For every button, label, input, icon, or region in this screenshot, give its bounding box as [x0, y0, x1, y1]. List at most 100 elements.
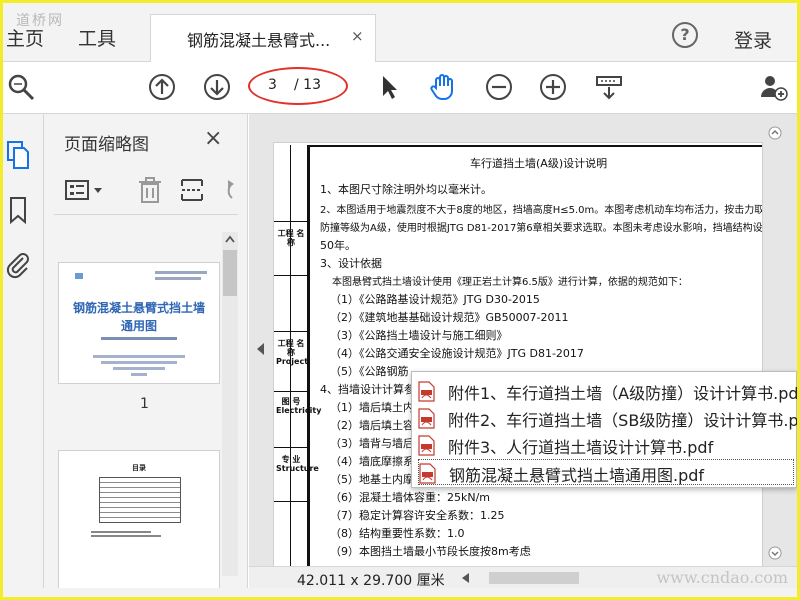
search-zoom-icon[interactable]	[6, 72, 36, 102]
page-dimensions: 42.011 x 29.700 厘米	[297, 573, 445, 589]
scroll-up-arrow-icon[interactable]	[224, 234, 236, 244]
thumbnail-subtitle: 通用图	[120, 319, 157, 333]
page-down-icon[interactable]	[202, 72, 232, 102]
document-line: 2、本图适用于地震烈度不大于8度的地区，挡墙高度H≤5.0m。本图考虑机动车均布…	[320, 205, 763, 216]
thumbnail-header-line	[155, 271, 207, 274]
strip-divider	[274, 221, 308, 222]
thumbnail-text-line	[131, 373, 147, 376]
attachment-name: 附件2、车行道挡土墙（SB级防撞）设计计算书.pdf	[448, 411, 800, 430]
document-title: 车行道挡土墙(A级)设计说明	[470, 157, 608, 170]
strip-label: 专 业 Structure	[276, 455, 319, 473]
delete-page-icon[interactable]	[136, 176, 164, 204]
attachment-name: 附件1、车行道挡土墙（A级防撞）设计计算书.pdf	[448, 384, 800, 403]
scroll-mode-icon[interactable]	[594, 72, 624, 102]
document-line: （4）墙底摩擦系	[330, 455, 414, 468]
document-line: （1）墙后填土内	[330, 401, 414, 414]
thumbnail-scroll-thumb[interactable]	[223, 250, 237, 296]
strip-divider	[274, 391, 308, 392]
login-button[interactable]: 登录	[734, 26, 772, 53]
insert-page-icon[interactable]	[178, 176, 206, 204]
page-number-field[interactable]: 3 / 13	[248, 67, 348, 105]
scroll-left-arrow-icon[interactable]	[459, 571, 473, 585]
attachment-item[interactable]: 附件1、车行道挡土墙（A级防撞）设计计算书.pdf	[418, 378, 800, 404]
thumbnail-text-line	[93, 355, 185, 358]
bookmark-icon[interactable]	[8, 196, 28, 224]
document-line: 50年。	[320, 239, 356, 252]
document-line: （9）本图挡土墙最小节段长度按8m考虑	[330, 545, 531, 558]
strip-label: 工程 名 称 Project	[276, 339, 309, 366]
hand-tool-icon[interactable]	[428, 72, 458, 102]
document-line: 本图悬臂式挡土墙设计使用《理正岩土计算6.5版》进行计算，依据的规范如下：	[332, 277, 688, 288]
thumbnail-text-line	[113, 367, 165, 370]
document-line: （2）墙后填土容	[330, 419, 414, 432]
document-line: 防撞等级为A级，使用时根据JTG D81-2017第6章相关要求选取。本图未考虑…	[320, 223, 763, 234]
document-line: （5）《公路钢筋	[330, 365, 409, 378]
document-line: 3、设计依据	[320, 257, 382, 270]
title-block-strip: 工程 名 称 工程 名 称 Project 图 号 Electricity 专 …	[274, 145, 322, 581]
document-line: （3）墙背与墙后	[330, 437, 414, 450]
add-user-icon[interactable]	[758, 72, 788, 102]
pdf-file-icon	[419, 463, 436, 484]
attachment-name: 钢筋混凝土悬臂式挡土墙通用图.pdf	[449, 466, 705, 485]
menu-home[interactable]: 主页	[6, 24, 44, 51]
thumbnail-page-2[interactable]: 目录	[58, 450, 220, 588]
document-line: （8）结构重要性系数：1.0	[330, 527, 465, 540]
thumbnail-page-number: 1	[140, 396, 149, 412]
document-line: （5）地基土内摩	[330, 473, 414, 486]
page-thumbnails-icon[interactable]	[6, 140, 32, 170]
thumbnail-toc-title: 目录	[132, 464, 146, 472]
thumbnail-toc-table	[99, 477, 181, 523]
strip-label: 工程 名 称	[277, 229, 305, 247]
thumbnail-title: 钢筋混凝土悬臂式挡土墙	[72, 301, 205, 315]
zoom-in-icon[interactable]	[538, 72, 568, 102]
thumbnail-text-line	[101, 361, 177, 364]
attachment-icon[interactable]	[5, 250, 31, 280]
attachment-item[interactable]: 附件3、人行道挡土墙设计计算书.pdf	[418, 432, 794, 458]
select-cursor-icon[interactable]	[374, 72, 404, 102]
help-icon[interactable]: ?	[672, 22, 698, 48]
document-line: （7）稳定计算容许安全系数：1.25	[330, 509, 505, 522]
strip-label: 图 号 Electricity	[276, 397, 322, 415]
document-line: （2）《建筑地基基础设计规范》GB50007-2011	[330, 311, 569, 324]
strip-divider	[274, 447, 308, 448]
attachment-item-selected[interactable]: 钢筋混凝土悬臂式挡土墙通用图.pdf	[418, 459, 794, 485]
bottom-bar	[0, 588, 800, 600]
pdf-page: 工程 名 称 工程 名 称 Project 图 号 Electricity 专 …	[273, 142, 763, 582]
thumbnail-scrollbar[interactable]	[222, 232, 238, 576]
tab-close-icon[interactable]: ×	[351, 27, 364, 45]
attachments-popup: 附件1、车行道挡土墙（A级防撞）设计计算书.pdf 附件2、车行道挡土墙（SB级…	[411, 371, 800, 488]
thumbnail-header-line	[155, 277, 201, 280]
document-line: （1）《公路路基设计规范》JTG D30-2015	[330, 293, 540, 306]
document-line: （4）《公路交通安全设施设计规范》JTG D81-2017	[330, 347, 584, 360]
attachment-name: 附件3、人行道挡土墙设计计算书.pdf	[448, 438, 714, 457]
title-bar: 道桥网 主页 工具 钢筋混凝土悬臂式... × ? 登录	[0, 0, 800, 63]
panel-close-icon[interactable]: ×	[204, 126, 222, 151]
scroll-down-circle-icon[interactable]	[768, 546, 782, 560]
scroll-up-circle-icon[interactable]	[768, 126, 782, 140]
total-pages: / 13	[294, 77, 321, 93]
panel-title: 页面缩略图	[64, 135, 149, 155]
strip-divider	[274, 331, 308, 332]
thumbnail-text-line	[91, 531, 151, 533]
rail-selection-indicator	[0, 136, 3, 178]
document-line: 1、本图尺寸除注明外均以毫米计。	[320, 183, 492, 196]
current-page-input[interactable]: 3	[268, 77, 277, 93]
rotate-page-icon[interactable]	[218, 176, 234, 204]
thumbnail-panel: 页面缩略图 × 钢筋混凝土悬臂式挡土墙 通用图 1 目录	[44, 114, 248, 588]
document-line: （6）混凝土墙体容重：25kN/m	[330, 491, 491, 504]
collapse-panel-arrow-icon[interactable]	[256, 342, 266, 356]
attachment-item[interactable]: 附件2、车行道挡土墙（SB级防撞）设计计算书.pdf	[418, 405, 800, 431]
main-toolbar	[0, 62, 800, 114]
document-tab[interactable]: 钢筋混凝土悬臂式... ×	[150, 14, 376, 63]
pdf-file-icon	[418, 435, 435, 456]
page-up-icon[interactable]	[147, 72, 177, 102]
document-view[interactable]: 工程 名 称 工程 名 称 Project 图 号 Electricity 专 …	[249, 114, 800, 588]
thumbnail-options-icon[interactable]	[64, 178, 108, 202]
menu-tools[interactable]: 工具	[78, 24, 116, 51]
thumbnail-text-line	[101, 337, 177, 340]
horizontal-scroll-thumb[interactable]	[489, 572, 579, 584]
thumbnail-page-1[interactable]: 钢筋混凝土悬臂式挡土墙 通用图	[58, 262, 220, 384]
zoom-out-icon[interactable]	[484, 72, 514, 102]
document-scrollbar[interactable]	[768, 126, 782, 574]
strip-divider	[274, 501, 308, 502]
